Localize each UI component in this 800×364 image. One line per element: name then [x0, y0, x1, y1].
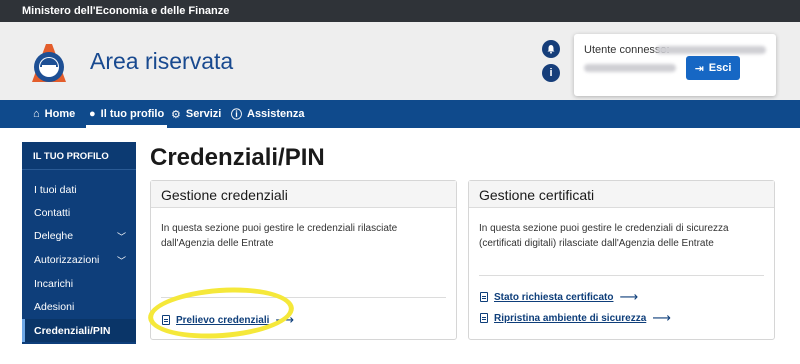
link-ripristina-ambiente[interactable]: Ripristina ambiente di sicurezza ⟶: [480, 310, 671, 326]
sidebar-item-credenziali[interactable]: Credenziali/PIN: [22, 319, 136, 342]
nav-profile-label: Il tuo profilo: [100, 108, 165, 120]
logout-button[interactable]: ⇥ Esci: [686, 56, 740, 80]
sidebar-item-label: Incarichi: [34, 278, 74, 290]
card-title: Gestione credenziali: [151, 181, 456, 208]
sidebar-item-label: Adesioni: [34, 301, 75, 313]
sidebar: IL TUO PROFILO I tuoi dati Contatti Dele…: [22, 142, 136, 344]
sidebar-item-incarichi[interactable]: Incarichi: [22, 272, 136, 295]
nav-services-label: Servizi: [185, 108, 222, 120]
card-gestione-certificati: Gestione certificati In questa sezione p…: [468, 180, 775, 340]
card-divider: [479, 275, 764, 276]
sidebar-item-contatti[interactable]: Contatti: [22, 201, 136, 224]
arrow-right-icon: ⟶: [619, 289, 639, 304]
link-stato-richiesta-certificato[interactable]: Stato richiesta certificato ⟶: [480, 289, 638, 305]
sidebar-item-label: Deleghe: [34, 230, 74, 242]
main-nav: ⌂ Home ● Il tuo profilo ⚙ Servizi ⓘ Assi…: [0, 100, 800, 128]
sidebar-item-label: Contatti: [34, 207, 71, 219]
nav-assistance-label: Assistenza: [247, 108, 305, 120]
info-icon[interactable]: i: [542, 64, 560, 82]
bell-icon[interactable]: [542, 40, 560, 58]
sidebar-item-deleghe[interactable]: Deleghe ﹀: [22, 224, 136, 247]
logout-icon: ⇥: [694, 62, 704, 75]
services-icon: ⚙: [171, 108, 181, 121]
nav-services[interactable]: ⚙ Servizi: [171, 100, 221, 128]
chevron-down-icon: ﹀: [116, 256, 126, 266]
document-icon: [480, 292, 488, 302]
user-box: Utente connesso: ⇥ Esci: [574, 34, 776, 96]
redacted-fiscal-code: [584, 64, 676, 72]
assistance-icon: ⓘ: [231, 109, 242, 121]
ministry-name: Ministero dell'Economia e delle Finanze: [22, 5, 230, 17]
logout-label: Esci: [708, 62, 732, 74]
user-icon: ●: [89, 108, 96, 120]
chevron-down-icon: ﹀: [116, 232, 126, 242]
nav-home-label: Home: [44, 108, 76, 120]
agenzia-entrate-logo[interactable]: [22, 38, 74, 90]
card-title: Gestione certificati: [469, 181, 774, 208]
sidebar-title: IL TUO PROFILO: [22, 142, 136, 170]
sidebar-item-autorizzazioni[interactable]: Autorizzazioni ﹀: [22, 248, 136, 271]
sidebar-item-label: I tuoi dati: [34, 184, 77, 196]
nav-profile[interactable]: ● Il tuo profilo: [85, 100, 168, 128]
ministry-topbar: Ministero dell'Economia e delle Finanze: [0, 0, 800, 22]
link-label: Ripristina ambiente di sicurezza: [494, 312, 647, 324]
sidebar-item-label: Credenziali/PIN: [34, 325, 111, 337]
sidebar-item-dati[interactable]: I tuoi dati: [22, 178, 136, 201]
sidebar-item-adesioni[interactable]: Adesioni: [22, 295, 136, 318]
nav-home[interactable]: ⌂ Home: [33, 100, 75, 128]
home-icon: ⌂: [33, 108, 40, 120]
page-title: Credenziali/PIN: [150, 144, 325, 171]
header: Area riservata i Utente connesso: ⇥ Esci: [0, 22, 800, 100]
card-description: In questa sezione puoi gestire le creden…: [479, 223, 729, 249]
link-label: Stato richiesta certificato: [494, 291, 614, 303]
sidebar-item-label: Autorizzazioni: [34, 254, 100, 266]
nav-assistance[interactable]: ⓘ Assistenza: [231, 100, 304, 128]
card-description: In questa sezione puoi gestire le creden…: [161, 223, 398, 249]
redacted-username: [656, 46, 766, 54]
arrow-right-icon: ⟶: [652, 310, 671, 325]
app-title: Area riservata: [90, 48, 234, 74]
document-icon: [480, 313, 488, 323]
